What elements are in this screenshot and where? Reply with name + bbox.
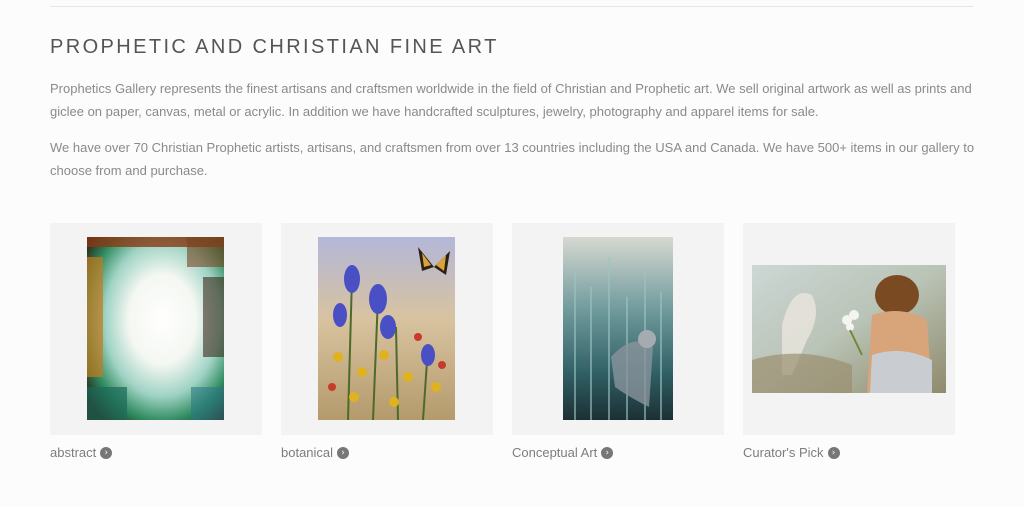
intro-paragraph-2: We have over 70 Christian Prophetic arti…: [50, 140, 975, 178]
chevron-circle-right-icon[interactable]: ›: [100, 446, 113, 459]
category-card-curators-pick[interactable]: Curator's Pick ›: [743, 223, 955, 460]
category-card-conceptual-art[interactable]: Conceptual Art ›: [512, 223, 724, 460]
category-label-botanical[interactable]: botanical: [281, 445, 333, 460]
category-link-conceptual-art[interactable]: Conceptual Art ›: [512, 445, 724, 460]
category-thumbnail-conceptual-art[interactable]: [512, 223, 724, 435]
category-label-abstract[interactable]: abstract: [50, 445, 96, 460]
category-thumbnail-abstract[interactable]: [50, 223, 262, 435]
category-thumbnail-curators-pick[interactable]: [743, 223, 955, 435]
category-link-botanical[interactable]: botanical ›: [281, 445, 493, 460]
intro-paragraph-1: Prophetics Gallery represents the finest…: [50, 81, 972, 119]
curators-pick-artwork-image: [752, 265, 946, 393]
category-label-conceptual-art[interactable]: Conceptual Art: [512, 445, 597, 460]
category-thumbnail-botanical[interactable]: [281, 223, 493, 435]
top-divider: [50, 6, 973, 7]
page-title: PROPHETIC AND CHRISTIAN FINE ART: [50, 36, 499, 58]
intro-text: Prophetics Gallery represents the finest…: [50, 78, 980, 196]
chevron-circle-right-icon[interactable]: ›: [601, 446, 614, 459]
category-card-abstract[interactable]: abstract ›: [50, 223, 262, 460]
category-card-botanical[interactable]: botanical ›: [281, 223, 493, 460]
botanical-artwork-image: [318, 237, 455, 420]
category-label-curators-pick[interactable]: Curator's Pick: [743, 445, 824, 460]
chevron-circle-right-icon[interactable]: ›: [827, 446, 840, 459]
chevron-circle-right-icon[interactable]: ›: [337, 446, 350, 459]
category-link-curators-pick[interactable]: Curator's Pick ›: [743, 445, 955, 460]
category-link-abstract[interactable]: abstract ›: [50, 445, 262, 460]
abstract-artwork-image: [87, 237, 224, 420]
conceptual-art-artwork-image: [563, 237, 673, 420]
